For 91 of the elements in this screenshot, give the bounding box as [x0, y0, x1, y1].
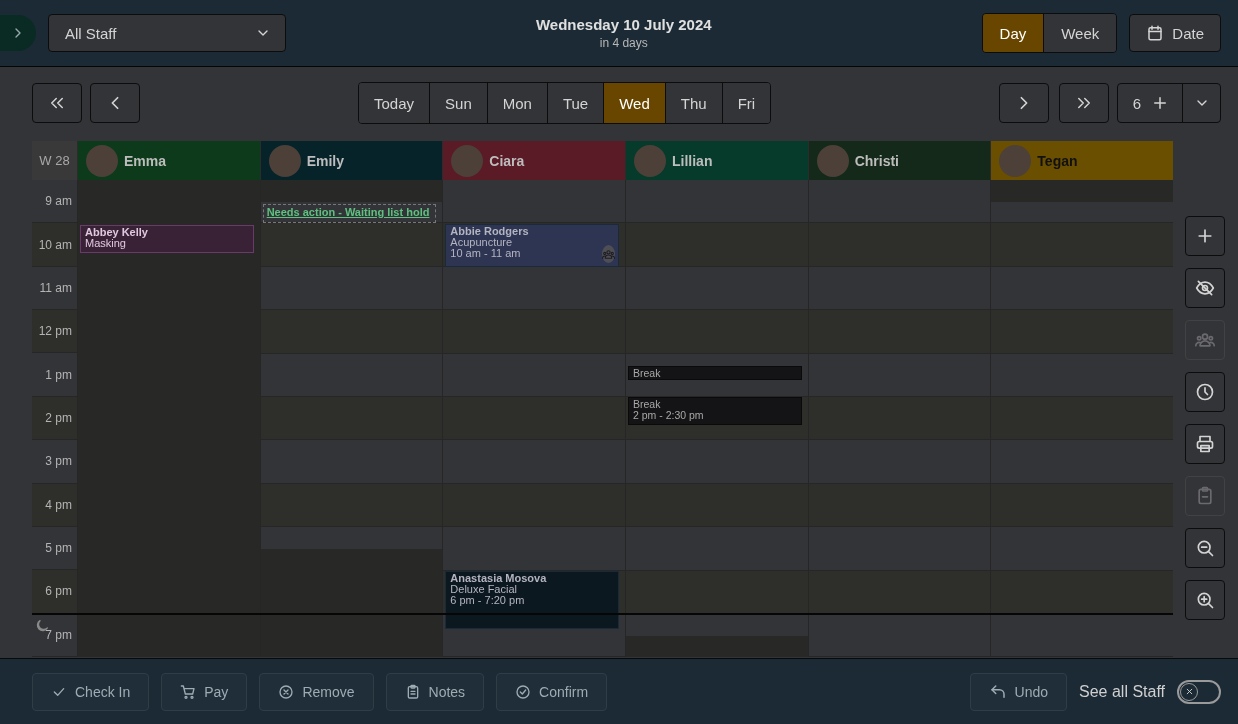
action-button[interactable]: Pay: [161, 672, 248, 711]
waiting-list-hold[interactable]: Needs action - Waiting list hold: [262, 204, 437, 223]
staff-select[interactable]: All Staff: [48, 14, 286, 52]
avatar-placeholder: [816, 144, 849, 177]
staff-day-column[interactable]: Abbey Kelly Masking: [77, 180, 260, 657]
date-title: Wednesday 10 July 2024: [535, 16, 712, 33]
sidebar-toggle[interactable]: [0, 15, 36, 51]
appointment-card[interactable]: Anastasia Mosova Deluxe Facial 6 pm - 7:20 pm: [445, 571, 619, 629]
staff-day-column[interactable]: Needs action - Waiting list hold: [259, 180, 443, 657]
client-name: Anastasia Mosova: [450, 573, 547, 584]
zoom-in-icon: [1195, 590, 1215, 610]
break-time: 2 pm - 2:30 pm: [633, 410, 704, 421]
tool-button[interactable]: [1185, 372, 1225, 412]
circle-check-icon: [515, 683, 532, 700]
tool-button[interactable]: [1185, 216, 1225, 256]
hour-label: 6 pm: [45, 584, 72, 599]
staff-header[interactable]: Lillian: [625, 141, 808, 180]
break-label: Break: [633, 399, 661, 410]
jump-forward-button[interactable]: [1058, 83, 1109, 123]
staff-name: Emily: [306, 152, 344, 169]
tool-button[interactable]: [1185, 424, 1225, 464]
staff-header[interactable]: Christi: [807, 141, 991, 180]
people-group-icon: [1195, 330, 1215, 350]
client-name: Abbey Kelly: [85, 227, 148, 238]
appointment-time: 6 pm - 7:20 pm: [450, 595, 525, 606]
staff-header[interactable]: Emma: [77, 141, 260, 180]
clipboard-icon: [1195, 486, 1215, 506]
view-tab[interactable]: Day: [982, 14, 1045, 52]
break-block[interactable]: Break: [628, 366, 802, 380]
appointment-card[interactable]: Abbie Rodgers Acupuncture 10 am - 11 am: [445, 224, 619, 267]
previous-button[interactable]: [90, 83, 140, 123]
staff-name: Tegan: [1037, 152, 1078, 169]
action-button[interactable]: Check In: [32, 672, 150, 711]
circle-x-icon: [278, 683, 295, 700]
hour-label: 12 pm: [38, 324, 72, 339]
undo-icon: [988, 682, 1007, 701]
avatar-placeholder: [634, 144, 666, 177]
undo-button[interactable]: Undo: [969, 672, 1067, 711]
tool-button[interactable]: [1185, 268, 1225, 308]
cart-icon: [180, 683, 197, 700]
clock-icon: [1195, 382, 1215, 402]
weekday-tab[interactable]: Wed: [604, 83, 666, 123]
view-tab[interactable]: Week: [1044, 14, 1117, 52]
staff-day-column[interactable]: Abbie Rodgers Acupuncture 10 am - 11 am Anastasia Mosova Deluxe Facial 6 pm - 7:20 pm: [442, 180, 625, 657]
printer-icon: [1195, 434, 1215, 454]
staff-name: Lillian: [672, 152, 713, 169]
service-name: Acupuncture: [450, 237, 513, 248]
hour-label: 1 pm: [45, 367, 72, 382]
staff-name: Christi: [854, 152, 899, 169]
hour-label: 9 am: [45, 194, 72, 209]
week-label: W 28: [32, 141, 77, 180]
avatar-placeholder: [268, 144, 301, 177]
weekday-tab[interactable]: Today: [359, 83, 431, 123]
appointment-time: 10 am - 11 am: [450, 248, 521, 259]
action-button[interactable]: Remove: [259, 672, 374, 711]
jump-back-button[interactable]: [32, 83, 82, 123]
see-all-staff-toggle[interactable]: [1177, 679, 1221, 704]
avatar-placeholder: [86, 144, 118, 177]
date-subtitle: in 4 days: [599, 36, 648, 50]
staff-header[interactable]: Ciara: [442, 141, 625, 180]
client-name: Abbie Rodgers: [450, 226, 529, 237]
staff-header[interactable]: Emily: [259, 141, 443, 180]
hour-label: 10 am: [38, 237, 72, 252]
zoom-out-icon: [1195, 538, 1215, 558]
break-label: Break: [633, 368, 661, 379]
action-button[interactable]: Confirm: [496, 672, 608, 711]
staff-name: Emma: [124, 152, 167, 169]
hour-label: 3 pm: [45, 454, 72, 469]
break-block[interactable]: Break 2 pm - 2:30 pm: [628, 397, 802, 425]
hour-label: 7 pm: [45, 627, 72, 642]
service-name: Deluxe Facial: [450, 584, 517, 595]
tool-button[interactable]: [1185, 580, 1225, 620]
hour-label: 2 pm: [45, 410, 72, 425]
appointment-card[interactable]: Abbey Kelly Masking: [80, 225, 254, 253]
avatar-placeholder: [999, 144, 1032, 177]
staff-select-value: All Staff: [65, 24, 117, 42]
see-all-staff-label: See all Staff: [1079, 682, 1165, 701]
staff-name: Ciara: [489, 152, 525, 169]
plus-icon: [1151, 94, 1169, 112]
hour-label: 11 am: [39, 280, 72, 295]
calendar-icon: [1146, 24, 1165, 42]
hour-label: 4 pm: [45, 497, 72, 512]
hour-label: 5 pm: [45, 541, 72, 556]
tool-button[interactable]: [1185, 528, 1225, 568]
next-button[interactable]: [998, 83, 1049, 123]
avatar-placeholder: [451, 144, 484, 177]
staff-day-column[interactable]: Break Break 2 pm - 2:30 pm: [625, 180, 808, 657]
eye-slash-icon: [1195, 278, 1215, 298]
date-button[interactable]: Date: [1129, 14, 1221, 52]
action-button[interactable]: Notes: [385, 672, 485, 711]
service-name: Masking: [85, 238, 126, 249]
